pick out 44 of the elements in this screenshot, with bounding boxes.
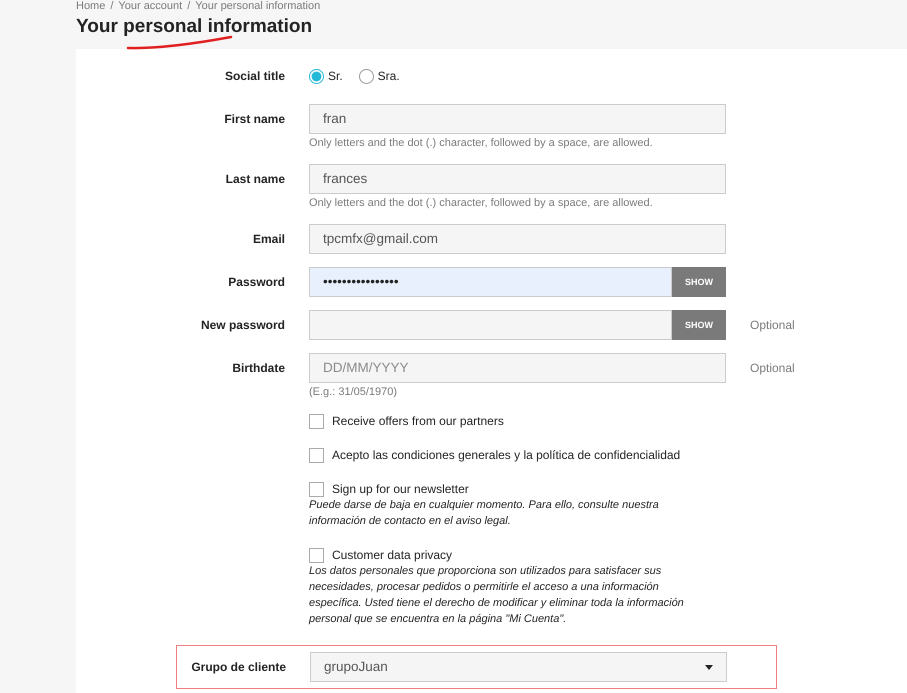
field-label: Social title: [224, 69, 285, 83]
breadcrumb-link[interactable]: Your personal information: [195, 0, 320, 13]
field-label: Grupo de cliente: [191, 660, 286, 674]
caret-icon: [705, 664, 713, 670]
field-label: Birthdate: [232, 361, 285, 375]
optional-note: Optional: [749, 317, 795, 334]
show-button[interactable]: SHOW: [672, 310, 726, 340]
input-field[interactable]: [309, 310, 672, 340]
consent-text: Los datos personales que proporciona son utilizados para satisfacer sus necesidades, procesar pedidos o permitirle el acceso a una información específica. Usted tiene el derecho de modificar y eliminar toda la información personal que se encuentra en la página "Mi Cuenta".: [309, 564, 685, 627]
checkbox[interactable]: [309, 482, 324, 496]
field-label: First name: [224, 112, 285, 126]
radio-button[interactable]: [358, 68, 374, 84]
checkbox[interactable]: [309, 414, 324, 428]
dropdown-field[interactable]: grupoJuan: [310, 652, 727, 682]
checkbox-label: Receive offers from our partners: [332, 413, 504, 429]
field-label: Last name: [226, 172, 285, 186]
input-field[interactable]: frances: [309, 164, 726, 194]
breadcrumb-link[interactable]: Home: [76, 0, 106, 13]
checkbox[interactable]: [309, 448, 324, 462]
field-label: Email: [252, 232, 285, 246]
consent-text: Puede darse de baja en cualquier momento. Para ello, consulte nuestra información de contacto en el aviso legal.: [309, 498, 660, 529]
help-text: Only letters and the dot (.) character, followed by a space, are allowed.: [309, 136, 654, 151]
breadcrumb-separator: /: [110, 0, 114, 13]
input-field[interactable]: fran: [309, 104, 726, 134]
page-title: Your personal information: [76, 16, 312, 37]
help-text: Only letters and the dot (.) character, followed by a space, are allowed.: [309, 196, 654, 211]
checkbox-label: Customer data privacy: [332, 547, 452, 563]
field-label: New password: [200, 318, 285, 332]
radio-label: Sra.: [378, 68, 400, 84]
input-field[interactable]: ••••••••••••••••: [309, 267, 672, 297]
checkbox[interactable]: [309, 548, 324, 562]
field-label: Password: [228, 275, 285, 289]
radio-button[interactable]: [309, 68, 324, 84]
show-button[interactable]: SHOW: [672, 267, 726, 297]
help-text: (E.g.: 31/05/1970): [309, 385, 398, 400]
input-field[interactable]: DD/MM/YYYY: [309, 353, 726, 383]
checkbox-label: Acepto las condiciones generales y la política de confidencialidad: [332, 447, 680, 463]
breadcrumb-separator: /: [187, 0, 190, 13]
radio-label: Sr.: [328, 68, 343, 84]
checkbox-label: Sign up for our newsletter: [332, 481, 469, 497]
input-field[interactable]: tpcmfx@gmail.com: [309, 224, 726, 254]
dropdown-value: grupoJuan: [324, 659, 388, 675]
optional-note: Optional: [749, 360, 795, 377]
breadcrumb-link[interactable]: Your account: [118, 0, 182, 13]
